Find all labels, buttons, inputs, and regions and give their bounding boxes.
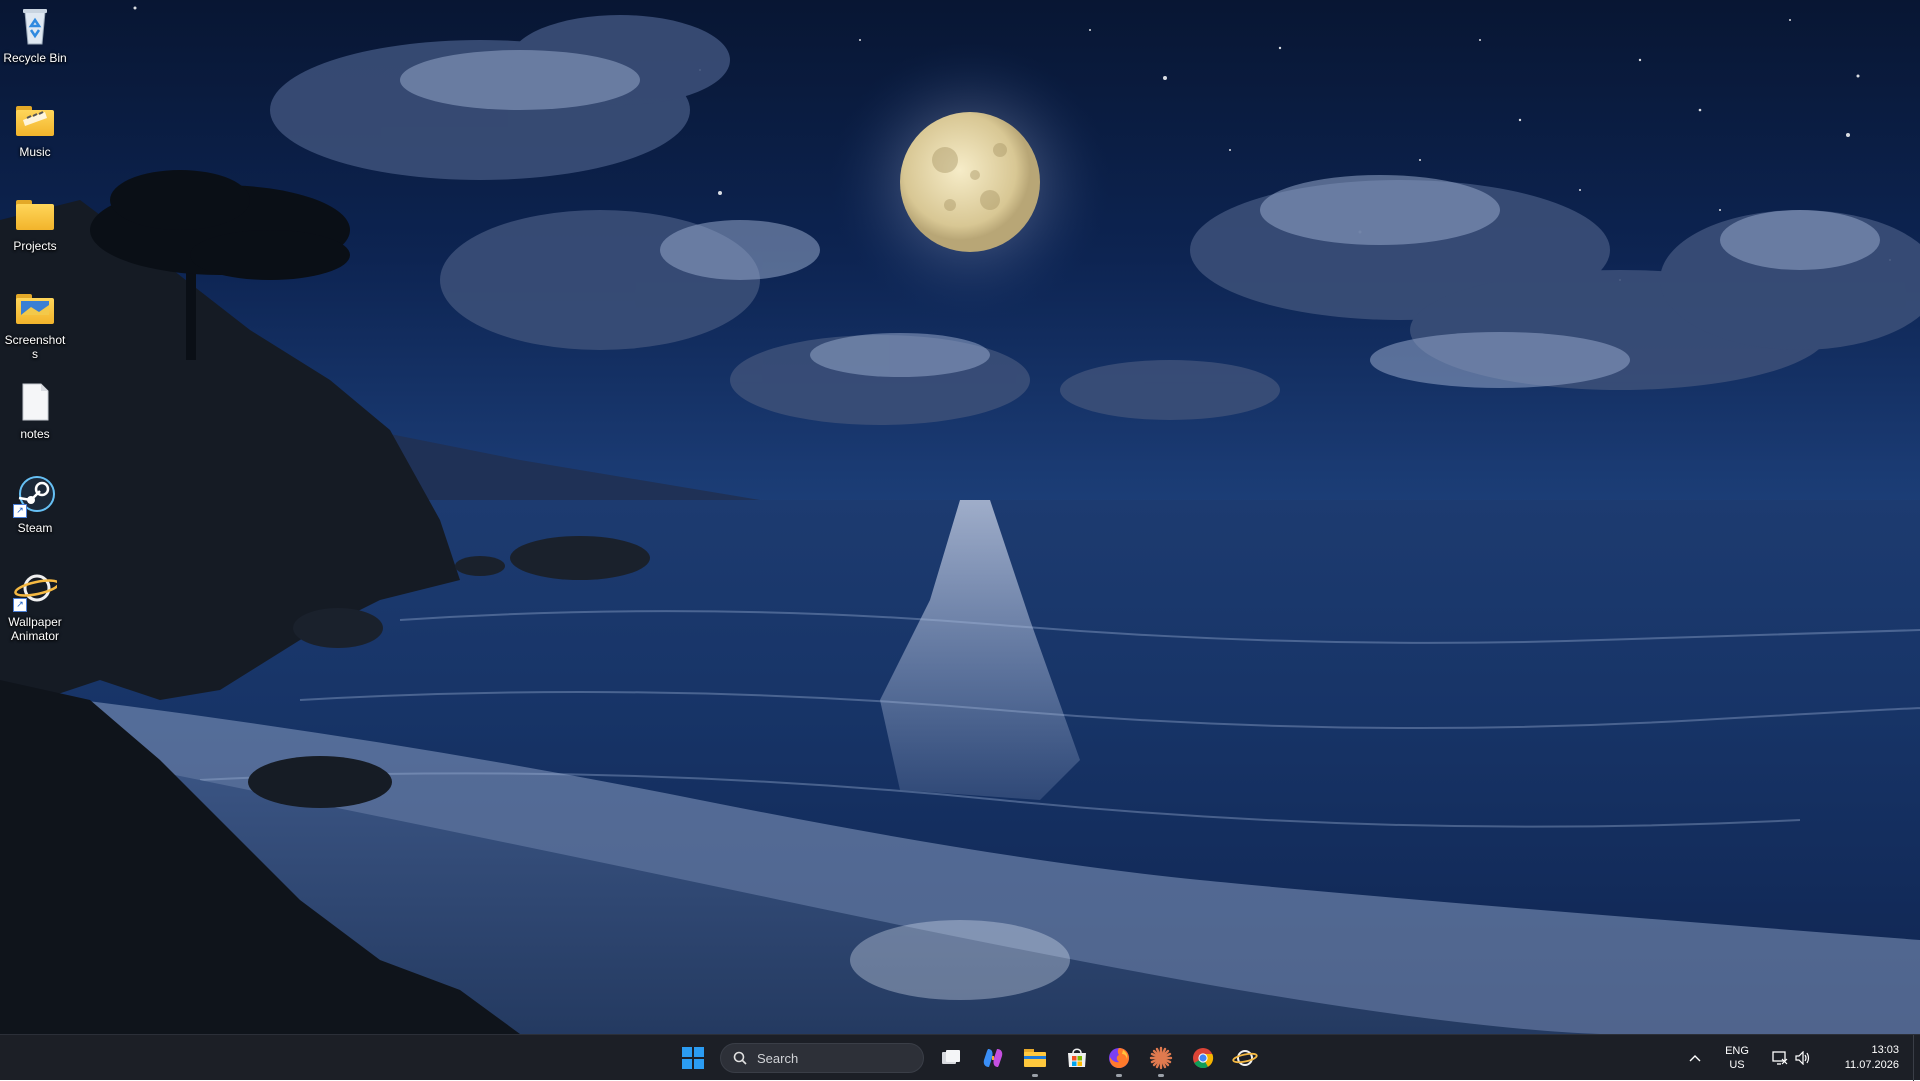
taskbar-search[interactable] xyxy=(720,1043,924,1073)
shortcut-arrow-icon: ↗ xyxy=(13,504,27,518)
claude-button[interactable] xyxy=(1141,1038,1181,1078)
desktop-icon-recycle-bin[interactable]: Recycle Bin xyxy=(2,4,68,65)
desktop[interactable]: Recycle Bin Music Projects Screenshots n… xyxy=(0,0,1920,1034)
network-icon xyxy=(1769,1047,1791,1069)
folder-icon xyxy=(13,286,57,330)
store-icon xyxy=(1068,1048,1086,1067)
wallpaper-moonlit-beach xyxy=(0,0,1920,1034)
search-icon xyxy=(733,1051,747,1065)
clock[interactable]: 13:03 11.07.2026 xyxy=(1829,1043,1899,1073)
task-view-icon xyxy=(942,1050,960,1064)
desktop-icon-label: Projects xyxy=(13,239,57,253)
copilot-button[interactable] xyxy=(973,1038,1013,1078)
language-code: ENG xyxy=(1725,1045,1749,1057)
wallpaper-animator-icon: ↗ xyxy=(13,568,60,612)
desktop-icon-label: Screenshots xyxy=(4,333,66,361)
search-input[interactable] xyxy=(755,1049,909,1067)
chrome-button[interactable] xyxy=(1183,1038,1223,1078)
taskbar: ENG US 13:03 11.07.2026 xyxy=(0,1034,1920,1081)
taskbar-apps xyxy=(672,1035,1266,1081)
start-button[interactable] xyxy=(673,1038,713,1078)
volume-icon xyxy=(1791,1047,1813,1069)
wallpaper-animator-button[interactable] xyxy=(1225,1038,1265,1078)
file-explorer-button[interactable] xyxy=(1015,1038,1055,1078)
show-hidden-icons-button[interactable] xyxy=(1681,1038,1709,1078)
desktop-icon-label: notes xyxy=(20,427,50,441)
firefox-button[interactable] xyxy=(1099,1038,1139,1078)
starburst-icon xyxy=(1149,1046,1173,1070)
desktop-icon-projects[interactable]: Projects xyxy=(2,192,68,253)
desktop-icon-notes[interactable]: notes xyxy=(2,380,68,441)
desktop-icon-steam[interactable]: ↗ Steam xyxy=(2,474,68,535)
chevron-up-icon xyxy=(1689,1055,1701,1062)
desktop-icon-screenshots[interactable]: Screenshots xyxy=(2,286,68,361)
text-file-icon xyxy=(13,380,57,424)
microsoft-store-button[interactable] xyxy=(1057,1038,1097,1078)
chrome-icon xyxy=(1193,1048,1214,1069)
desktop-icon-label: Music xyxy=(19,145,51,159)
desktop-icon-label: Wallpaper Animator xyxy=(8,615,62,643)
wallpaper-animator-icon xyxy=(1232,1050,1258,1066)
task-view-button[interactable] xyxy=(931,1038,971,1078)
steam-icon: ↗ xyxy=(13,474,57,518)
shortcut-arrow-icon: ↗ xyxy=(13,598,27,612)
folder-icon xyxy=(13,192,57,236)
desktop-icon-wallpaper-animator[interactable]: ↗ Wallpaper Animator xyxy=(2,568,68,643)
show-desktop-button[interactable] xyxy=(1913,1035,1920,1081)
quick-settings-button[interactable] xyxy=(1763,1042,1819,1074)
folder-icon xyxy=(1024,1049,1046,1067)
folder-icon xyxy=(13,98,57,142)
desktop-icon-label: Steam xyxy=(17,521,53,535)
copilot-icon xyxy=(983,1049,1003,1067)
clock-date: 11.07.2026 xyxy=(1844,1059,1899,1071)
firefox-icon xyxy=(1109,1048,1129,1068)
system-tray: ENG US 13:03 11.07.2026 xyxy=(1681,1035,1920,1081)
desktop-icon-label: Recycle Bin xyxy=(3,51,67,65)
input-language-indicator[interactable]: ENG US xyxy=(1717,1044,1757,1072)
language-region: US xyxy=(1729,1059,1745,1071)
desktop-icon-music[interactable]: Music xyxy=(2,98,68,159)
recycle-bin-icon xyxy=(13,4,57,48)
windows-start-icon xyxy=(682,1047,704,1069)
clock-time: 13:03 xyxy=(1871,1044,1899,1056)
